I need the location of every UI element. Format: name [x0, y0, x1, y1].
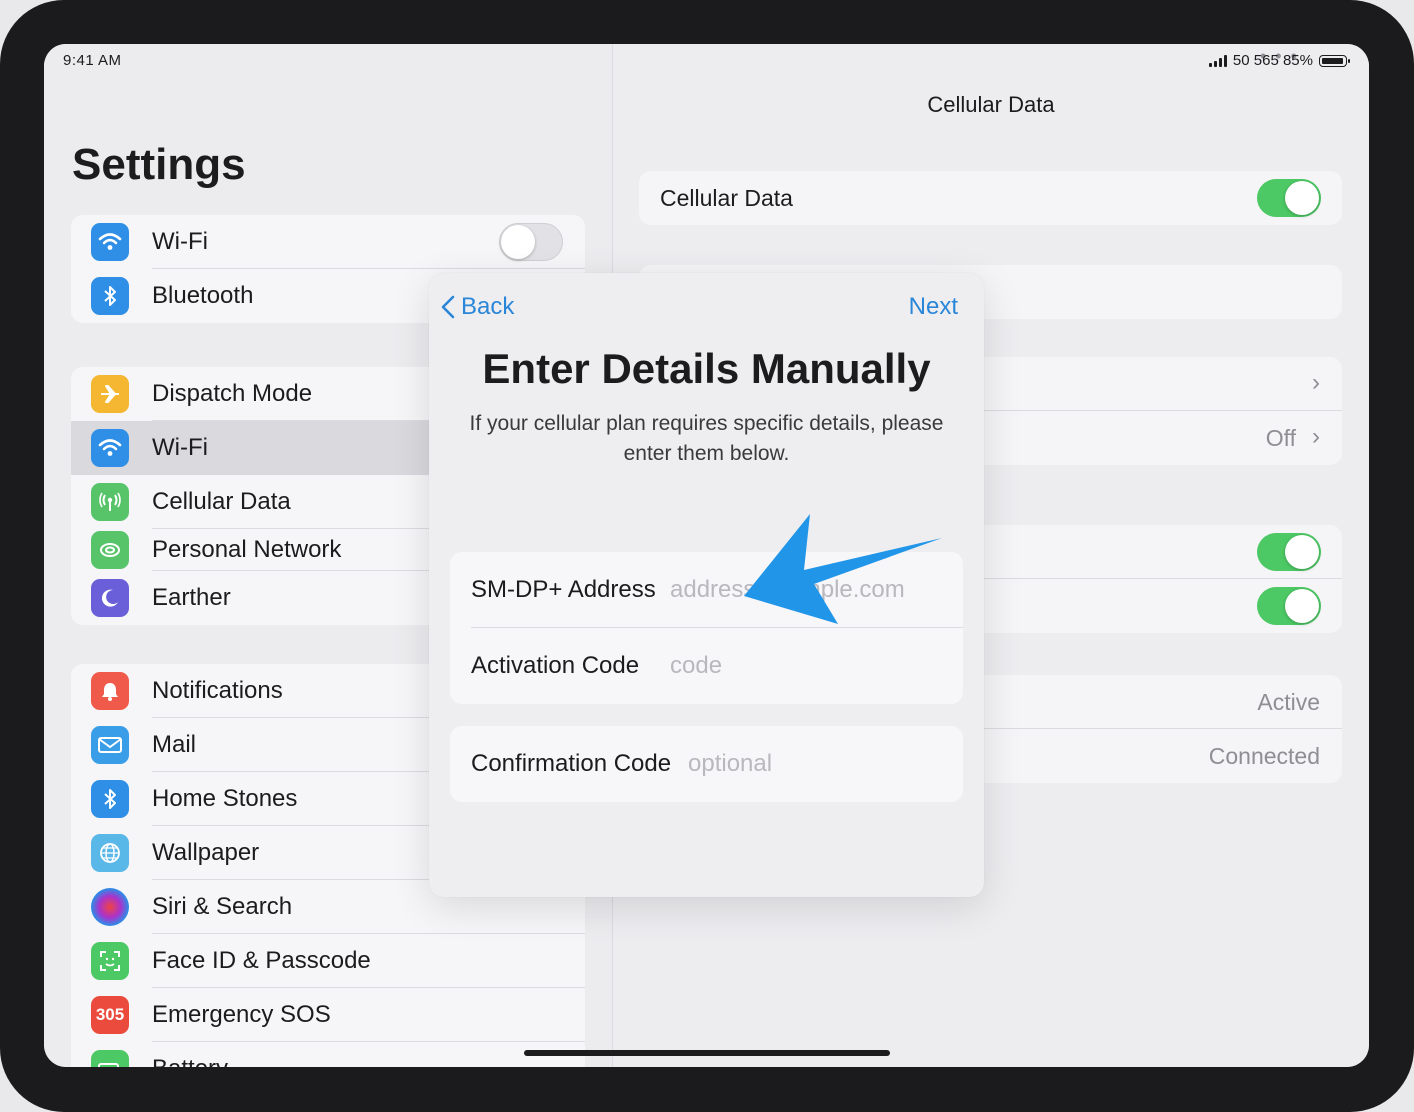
cellular-data-row: Cellular Data — [639, 171, 1342, 225]
modal-title: Enter Details Manually — [482, 345, 931, 392]
signal-icon — [1208, 54, 1227, 67]
airplane-icon — [91, 375, 129, 413]
antenna-icon — [91, 483, 129, 521]
modal-description: If your cellular plan requires specific … — [469, 412, 944, 465]
wifi-icon — [91, 223, 129, 261]
sidebar-item-label: Cellular Data — [152, 488, 291, 515]
sm-dp-address-label: SM-DP+ Address — [471, 576, 656, 603]
sidebar-item-label: Earther — [152, 584, 231, 611]
sidebar-item-label: Notifications — [152, 677, 283, 704]
sidebar-item-label: Battery — [152, 1055, 228, 1067]
toggle-a[interactable] — [1257, 533, 1321, 571]
battery-status-icon — [1319, 54, 1350, 67]
sidebar-item-label: Bluetooth — [152, 282, 254, 309]
sos-icon: 305 — [91, 996, 129, 1034]
wifi-icon — [91, 429, 129, 467]
sidebar-item-label: Face ID & Passcode — [152, 947, 371, 974]
activation-code-row: Activation Code — [450, 628, 963, 704]
optional-fields-group: Confirmation Code — [450, 726, 963, 802]
sidebar-item-label: Mail — [152, 731, 197, 758]
cellular-data-toggle[interactable] — [1257, 179, 1321, 217]
sidebar-item-label: Siri & Search — [152, 893, 293, 920]
back-label: Back — [461, 293, 515, 320]
sidebar-item-label: Personal Network — [152, 536, 342, 563]
sidebar-item-label: Home Stones — [152, 785, 298, 812]
confirmation-code-input[interactable] — [688, 746, 938, 782]
chevron-left-icon — [441, 295, 455, 319]
next-button[interactable]: Next — [909, 293, 958, 321]
sidebar-item-battery[interactable]: Battery — [71, 1042, 585, 1067]
sidebar-item-face-id[interactable]: Face ID & Passcode — [71, 934, 585, 988]
toggle-b[interactable] — [1257, 587, 1321, 625]
globe-icon — [91, 834, 129, 872]
sidebar-item-label: Emergency SOS — [152, 1001, 331, 1028]
cellular-data-label: Cellular Data — [660, 185, 793, 211]
activation-code-input[interactable] — [670, 648, 940, 684]
moon-icon — [91, 579, 129, 617]
siri-icon — [91, 888, 129, 926]
confirmation-code-row: Confirmation Code — [450, 726, 963, 802]
detail-title: Cellular Data — [927, 92, 1055, 117]
envelope-icon — [91, 726, 129, 764]
sidebar-item-label: Wi-Fi — [152, 228, 208, 255]
pointer-arrow-icon — [744, 514, 942, 624]
battery-icon — [91, 1050, 129, 1067]
home-indicator[interactable] — [524, 1050, 890, 1056]
toggle-knob — [1285, 181, 1319, 215]
bluetooth-icon — [91, 277, 129, 315]
sidebar-item-label: Dispatch Mode — [152, 380, 313, 407]
cellular-data-card: Cellular Data — [639, 171, 1342, 225]
row-value: Off — [1265, 425, 1296, 451]
toggle-knob — [1285, 589, 1319, 623]
toggle-knob — [1285, 535, 1319, 569]
device-screen: 9:41 AM Settings Wi-Fi Bluetooth Dispatc… — [44, 44, 1369, 1067]
sidebar-item-emergency-sos[interactable]: 305 Emergency SOS — [71, 988, 585, 1042]
bluetooth-icon — [91, 780, 129, 818]
status-indicators: 50 565 85% — [1208, 52, 1350, 69]
page-title: Settings — [72, 140, 246, 189]
toggle-knob — [501, 225, 535, 259]
sidebar-item-wifi[interactable]: Wi-Fi — [71, 215, 585, 269]
confirmation-code-label: Confirmation Code — [471, 750, 672, 777]
sidebar-item-label: Wi-Fi — [152, 434, 208, 461]
status-value: Active — [1257, 689, 1320, 715]
wifi-toggle[interactable] — [499, 223, 563, 261]
bell-icon — [91, 672, 129, 710]
chevron-right-icon: › — [1312, 369, 1320, 396]
activation-code-label: Activation Code — [471, 652, 640, 679]
connection-value: Connected — [1208, 743, 1320, 769]
hotspot-icon — [91, 531, 129, 569]
chevron-right-icon: › — [1312, 423, 1320, 450]
status-text: 50 565 85% — [1232, 52, 1313, 69]
sidebar-item-label: Wallpaper — [152, 839, 260, 866]
back-button[interactable]: Back — [441, 293, 514, 321]
face-id-icon — [91, 942, 129, 980]
status-time: 9:41 AM — [63, 52, 122, 69]
